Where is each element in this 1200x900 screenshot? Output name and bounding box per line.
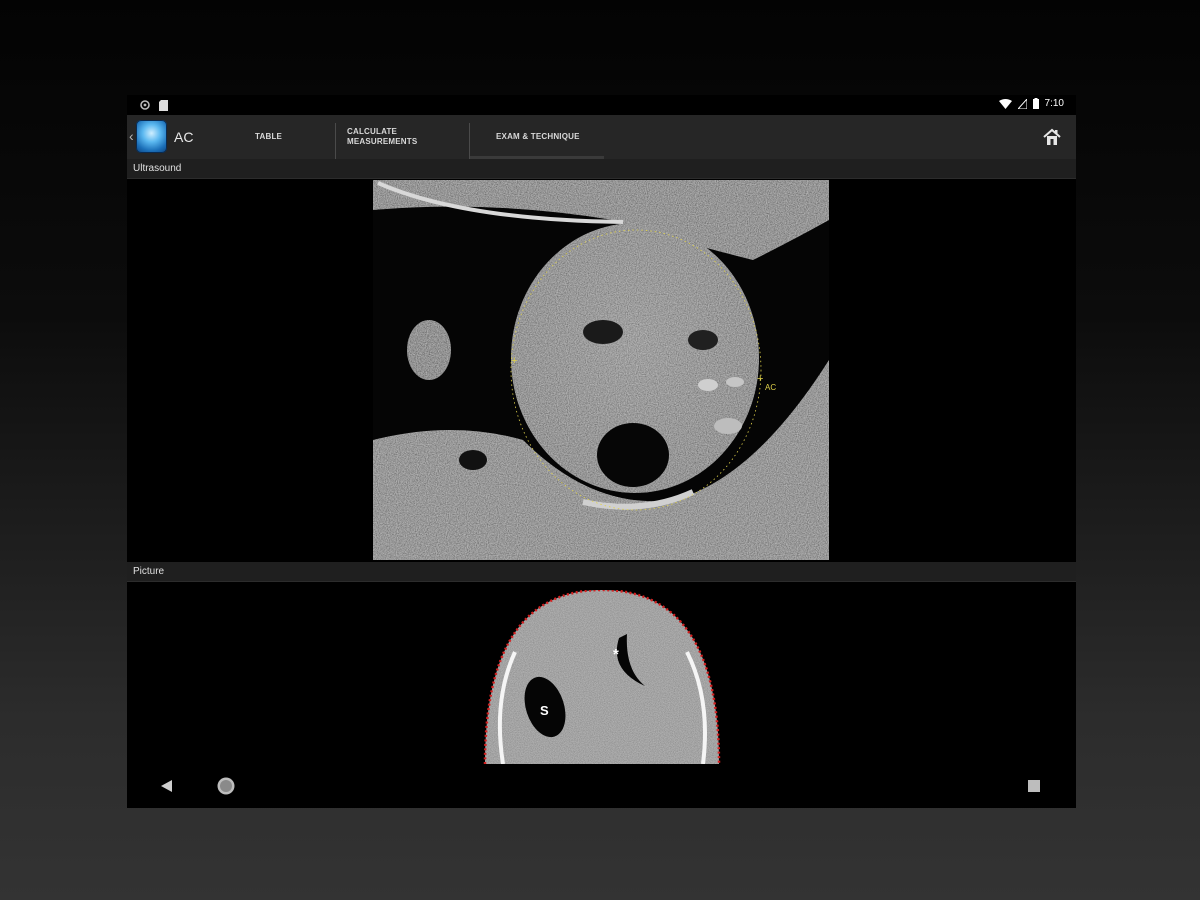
home-icon[interactable]: [1042, 127, 1062, 147]
system-nav-bar: [127, 764, 1076, 808]
status-bar: 7:10: [127, 95, 1076, 115]
wifi-icon: [998, 98, 1012, 109]
tab-table[interactable]: TABLE: [255, 115, 282, 159]
abdomen-diagram[interactable]: S *: [477, 590, 727, 764]
ultrasound-panel: + + AC: [127, 180, 1076, 560]
tab-exam-technique[interactable]: EXAM & TECHNIQUE: [470, 115, 604, 159]
section-title: Ultrasound: [133, 163, 182, 174]
screen-title: AC: [174, 129, 194, 145]
section-title: Picture: [133, 566, 165, 577]
app-logo-icon[interactable]: [136, 120, 167, 153]
settings-icon: [140, 100, 150, 110]
tab-divider: [335, 123, 336, 159]
device-screen: 7:10 ‹ AC TABLE CALCULATE MEASUREMENTS E…: [127, 95, 1076, 808]
status-time: 7:10: [1044, 98, 1064, 109]
tab-label: TABLE: [255, 132, 283, 141]
picture-panel: S *: [127, 584, 1076, 764]
caliper-label: AC: [765, 383, 776, 392]
section-header-ultrasound: Ultrasound: [127, 159, 1076, 179]
caliper-marker: +: [757, 373, 763, 385]
back-triangle-icon[interactable]: [157, 776, 177, 796]
sd-card-icon: [159, 100, 168, 111]
app-bar: ‹ AC TABLE CALCULATE MEASUREMENTS EXAM &…: [127, 115, 1076, 159]
battery-icon: [1032, 98, 1039, 109]
tab-label: CALCULATE MEASUREMENTS: [347, 127, 418, 146]
tab-calculate-measurements[interactable]: CALCULATE MEASUREMENTS: [347, 115, 447, 159]
vein-label: *: [613, 646, 619, 663]
home-circle-icon[interactable]: [216, 776, 236, 796]
back-chevron-icon[interactable]: ‹: [129, 128, 134, 144]
signal-icon: [1017, 98, 1027, 109]
recents-square-icon[interactable]: [1024, 776, 1044, 796]
stomach-label: S: [540, 703, 549, 718]
tab-label: EXAM & TECHNIQUE: [496, 132, 580, 141]
section-header-picture: Picture: [127, 562, 1076, 582]
ultrasound-image[interactable]: + + AC: [373, 180, 829, 560]
caliper-marker: +: [511, 355, 517, 367]
